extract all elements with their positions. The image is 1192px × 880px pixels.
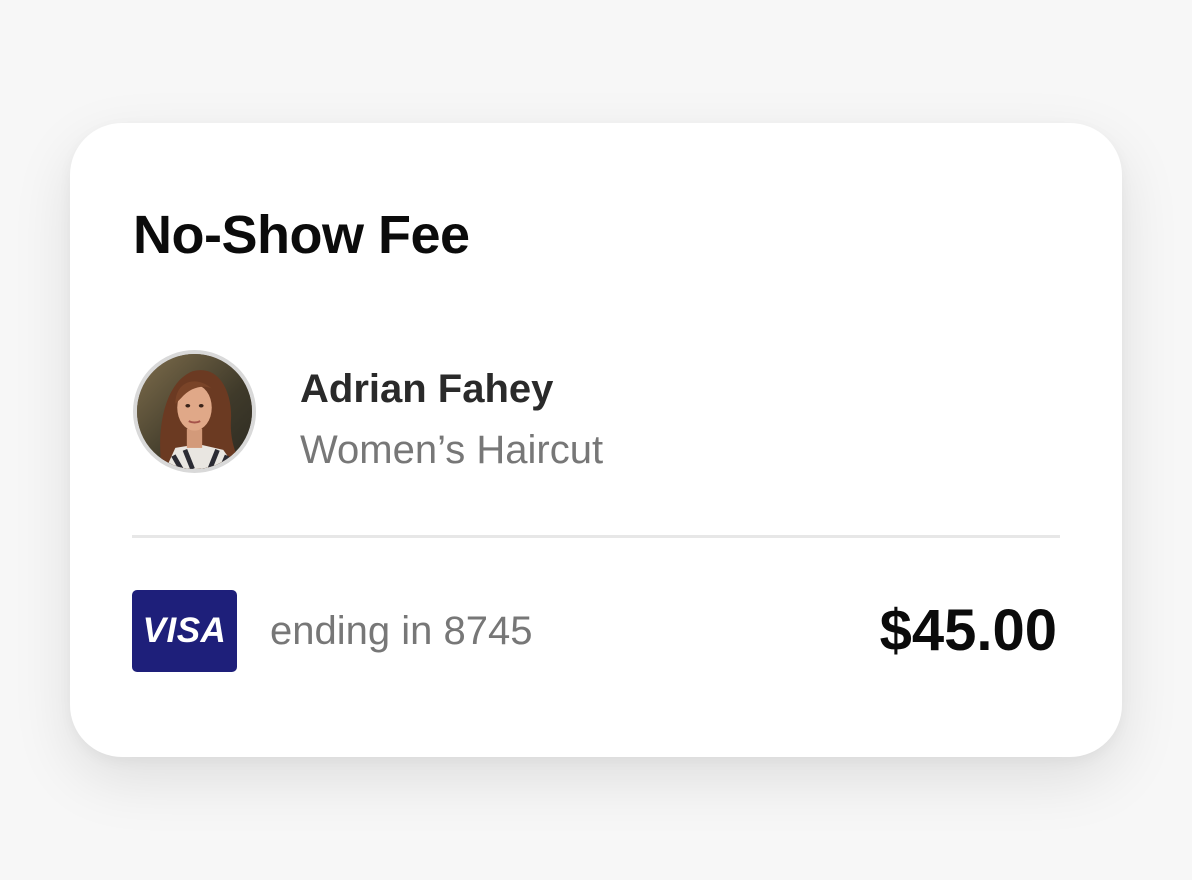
- fee-amount: $45.00: [879, 598, 1057, 663]
- divider: [132, 535, 1060, 538]
- card-ending-text: ending in 8745: [270, 609, 533, 653]
- visa-card-icon: VISA: [132, 590, 237, 672]
- no-show-fee-card: No-Show Fee Adrian Fahey Women’s Haircut: [70, 123, 1122, 757]
- card-title: No-Show Fee: [133, 205, 470, 265]
- service-name: Women’s Haircut: [300, 428, 604, 472]
- client-avatar: [133, 350, 256, 473]
- card-brand-label: VISA: [142, 611, 227, 650]
- client-name: Adrian Fahey: [300, 367, 554, 411]
- avatar-portrait-image: [137, 354, 252, 469]
